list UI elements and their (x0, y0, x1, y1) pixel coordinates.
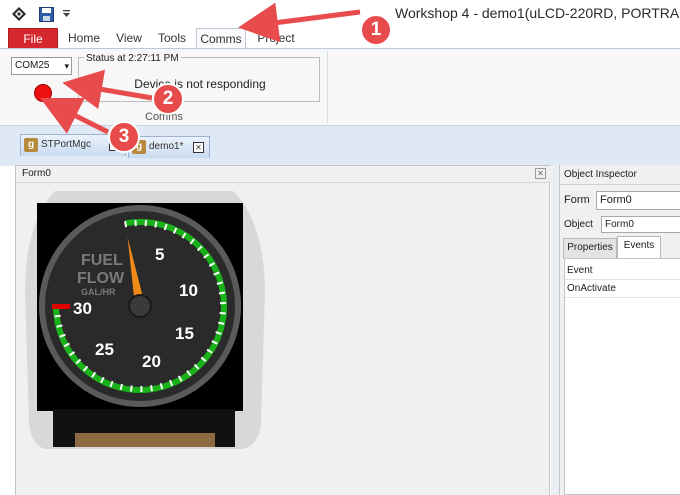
inspector-title: Object Inspector (560, 165, 680, 185)
gauge-label-30: 30 (73, 299, 92, 318)
object-inspector: Object Inspector Form Form0 Object Form0… (559, 165, 680, 495)
document-tab-strip: g STPortMgc ✕ g demo1* ✕ (0, 126, 680, 166)
annotation-badge-1: 1 (360, 14, 392, 46)
grid-header: Event (565, 262, 680, 280)
gauge-tick (219, 311, 226, 315)
com-port-select[interactable]: COM25 ▾ (11, 57, 72, 75)
gauge-tick (218, 291, 226, 295)
face-text-unit: GAL/HR (81, 287, 116, 297)
window-title: Workshop 4 - demo1(uLCD-220RD, PORTRAIT) (395, 5, 680, 21)
tab-file[interactable]: File (8, 28, 58, 48)
gauge-tick (124, 221, 128, 228)
gauge-tick (54, 314, 61, 318)
device-connector (75, 433, 215, 447)
doc-tab-label: demo1* (149, 141, 184, 152)
app-icon[interactable] (10, 5, 28, 23)
gauge-widget[interactable]: FUEL FLOW GAL/HR 5 10 15 20 25 30 (15, 183, 273, 455)
gauge-label-5: 5 (155, 245, 164, 264)
form-label: Form (564, 194, 590, 206)
close-icon[interactable]: ✕ (193, 142, 204, 153)
gauge-tick (119, 383, 123, 391)
ribbon-divider (327, 51, 328, 123)
form-select[interactable]: Form0 (596, 191, 680, 210)
tab-tools[interactable]: Tools (152, 28, 192, 48)
tab-view[interactable]: View (111, 28, 147, 48)
redline-marker (52, 304, 70, 309)
title-bar: Workshop 4 - demo1(uLCD-220RD, PORTRAIT) (0, 0, 680, 28)
gauge-label-25: 25 (95, 340, 114, 359)
ribbon-tab-bar: File Home View Tools Comms Project (0, 28, 680, 49)
gauge-svg: FUEL FLOW GAL/HR 5 10 15 20 25 30 (25, 191, 265, 449)
ribbon-panel: COM25 ▾ Device is not responding Status … (0, 48, 680, 126)
gauge-tick (154, 221, 158, 228)
genie-file-icon: g (24, 138, 38, 152)
save-icon[interactable] (37, 5, 55, 23)
gauge-tick (150, 385, 153, 392)
com-port-value: COM25 (15, 60, 50, 71)
doc-tab-demo1[interactable]: g demo1* ✕ (128, 136, 210, 158)
gauge-tick (56, 324, 63, 328)
form-title: Form0 (22, 168, 51, 179)
gauge-label-10: 10 (179, 281, 198, 300)
tab-project[interactable]: Project (252, 28, 300, 48)
object-label: Object (564, 219, 593, 230)
form-header: Form0 ✕ (16, 166, 551, 183)
gauge-hub (128, 294, 152, 318)
tab-comms[interactable]: Comms (196, 28, 246, 49)
events-grid: Event OnActivate (564, 258, 680, 495)
event-row-onactivate[interactable]: OnActivate (565, 280, 680, 298)
tab-properties[interactable]: Properties (563, 238, 617, 258)
tab-events[interactable]: Events (617, 236, 661, 258)
doc-tab-label: STPortMgc (41, 139, 92, 150)
tab-home[interactable]: Home (64, 28, 104, 48)
annotation-badge-2: 2 (152, 83, 184, 115)
gauge-tick (130, 385, 133, 392)
close-icon[interactable]: ✕ (535, 168, 546, 179)
customize-icon[interactable] (60, 5, 72, 23)
face-text-fuel: FUEL (81, 252, 123, 269)
annotation-badge-3: 3 (108, 121, 140, 153)
gauge-label-20: 20 (142, 352, 161, 371)
gauge-tick (218, 321, 225, 325)
gauge-label-15: 15 (175, 324, 194, 343)
status-message: Device is not responding (134, 77, 266, 91)
face-text-flow: FLOW (77, 270, 125, 287)
object-select[interactable]: Form0 (601, 216, 680, 233)
connection-led-icon[interactable] (34, 84, 52, 102)
panel-splitter[interactable] (551, 165, 559, 495)
chevron-down-icon: ▾ (64, 61, 69, 71)
status-title: Status at 2:27:11 PM (84, 53, 181, 64)
